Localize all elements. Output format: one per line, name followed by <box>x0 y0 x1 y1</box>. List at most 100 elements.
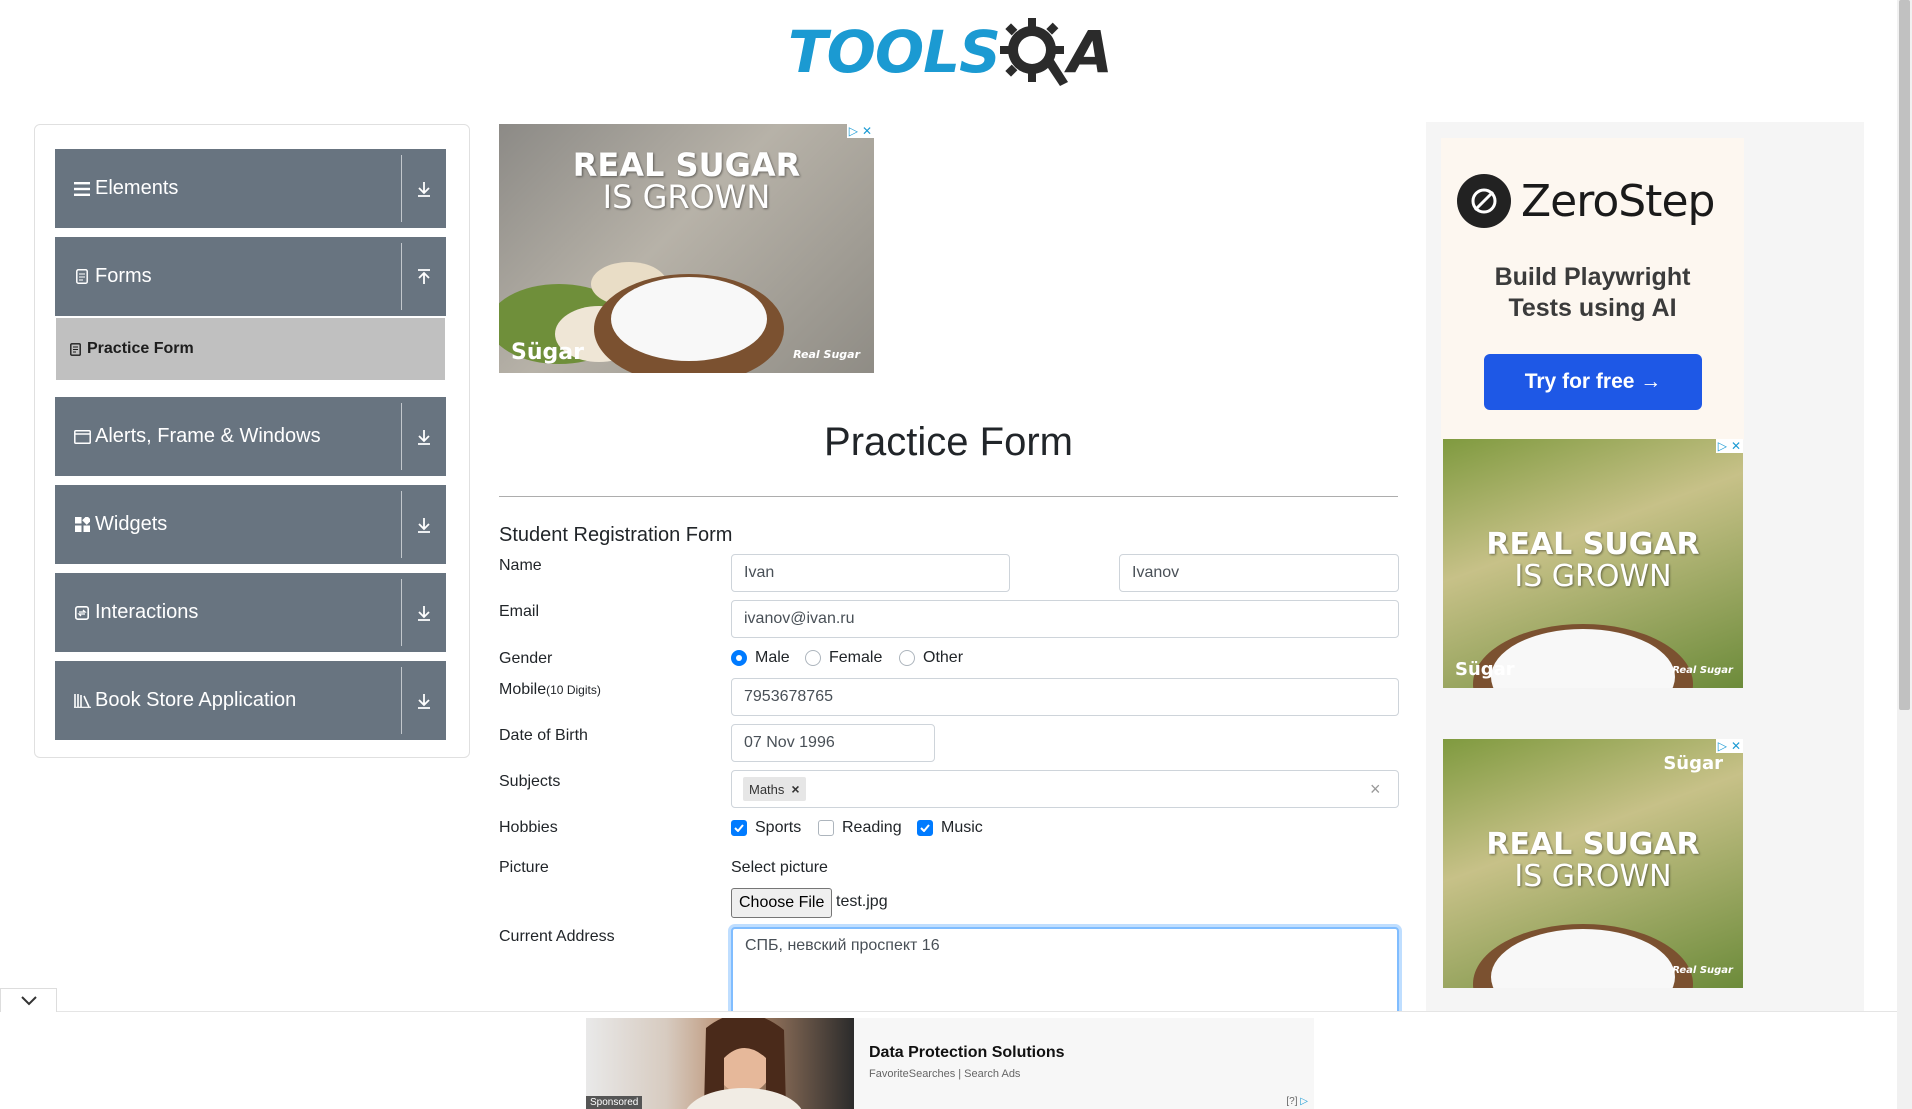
first-name-input[interactable]: Ivan <box>731 554 1010 592</box>
file-name: test.jpg <box>836 893 888 910</box>
address-label: Current Address <box>499 928 615 945</box>
last-name-input[interactable]: Ivanov <box>1119 554 1399 592</box>
gender-radio-other[interactable]: Other <box>899 649 963 667</box>
checkbox-checked-icon <box>731 820 747 836</box>
close-icon[interactable]: ✕ <box>862 124 872 138</box>
sponsored-label: Sponsored <box>586 1096 643 1109</box>
books-icon <box>73 693 91 708</box>
dob-label: Date of Birth <box>499 727 588 744</box>
ad-choices[interactable]: ▷ ✕ <box>1715 739 1743 753</box>
logo-suffix: A <box>1067 18 1113 86</box>
ad-badge: Real Sugar <box>793 348 860 361</box>
ad-choices[interactable]: ▷ ✕ <box>846 124 874 138</box>
ad-badge: Real Sugar <box>1672 665 1733 676</box>
collapse-ad-button[interactable] <box>0 988 57 1012</box>
close-icon[interactable]: ✕ <box>1731 739 1741 753</box>
zerostep-logo-icon <box>1457 174 1511 228</box>
ad-badge: Real Sugar <box>1672 965 1733 976</box>
gender-label: Gender <box>499 650 553 667</box>
checkbox-label: Music <box>941 819 983 836</box>
checkbox-icon <box>818 820 834 836</box>
sidebar-group-forms[interactable]: Forms <box>55 237 446 316</box>
download-icon[interactable] <box>402 573 446 652</box>
ad-brand: Sügar <box>1455 659 1515 680</box>
mobile-label: Mobile(10 Digits) <box>499 681 601 698</box>
sugar-ad-2[interactable]: REAL SUGAR IS GROWN Sügar Real Sugar ▷ ✕ <box>1443 739 1743 988</box>
form-title: Student Registration Form <box>499 524 733 546</box>
zerostep-tagline: Build Playwright <box>1494 263 1691 291</box>
email-label: Email <box>499 603 540 620</box>
sidebar-group-alerts[interactable]: Alerts, Frame & Windows <box>55 397 446 476</box>
upload-icon[interactable] <box>402 237 446 316</box>
adchoices-icon: ▷ <box>1717 439 1727 453</box>
divider <box>499 496 1398 497</box>
sidebar-item-practice-form[interactable]: Practice Form <box>56 318 445 380</box>
gender-radio-female[interactable]: Female <box>805 649 882 667</box>
select-picture-label: Select picture <box>731 859 828 876</box>
checkbox-checked-icon <box>917 820 933 836</box>
name-label: Name <box>499 557 542 574</box>
sidebar-group-book-store[interactable]: Book Store Application <box>55 661 446 740</box>
ad-info-link[interactable]: [?] <box>1286 1096 1297 1107</box>
hobby-checkbox-reading[interactable]: Reading <box>818 819 902 837</box>
ad-brand: Sügar <box>1663 753 1723 774</box>
radio-label: Other <box>923 649 964 666</box>
ad-choices[interactable]: ▷ ✕ <box>1715 439 1743 453</box>
sidebar-group-label: Elements <box>95 177 179 199</box>
sidebar-group-label: Alerts, Frame & Windows <box>95 425 321 447</box>
adchoices-icon: ▷ <box>848 124 858 138</box>
ad-headline: REAL SUGAR <box>1486 527 1700 562</box>
mobile-input[interactable]: 7953678765 <box>731 678 1399 716</box>
mobile-hint: (10 Digits) <box>546 683 601 697</box>
bottom-ad[interactable]: Sponsored Data Protection Solutions Favo… <box>586 1018 1314 1109</box>
email-input[interactable]: ivanov@ivan.ru <box>731 600 1399 638</box>
zerostep-tagline: Tests using AI <box>1508 294 1677 322</box>
window-icon <box>73 429 91 444</box>
sidebar-group-label: Widgets <box>95 513 168 535</box>
checkbox-label: Sports <box>755 819 802 836</box>
close-icon[interactable]: ✕ <box>1731 439 1741 453</box>
widgets-icon <box>73 517 91 532</box>
ad-title[interactable]: Data Protection Solutions <box>869 1044 1065 1062</box>
adchoices-icon: ▷ <box>1717 739 1727 753</box>
ad-source: FavoriteSearches | Search Ads <box>869 1068 1021 1080</box>
checkbox-label: Reading <box>842 819 902 836</box>
gender-radio-male[interactable]: Male <box>731 649 790 667</box>
sidebar-item-label: Practice Form <box>87 340 194 357</box>
sidebar-group-elements[interactable]: Elements <box>55 149 446 228</box>
subjects-label: Subjects <box>499 773 561 790</box>
subjects-clear-icon[interactable]: × <box>1370 779 1381 800</box>
scrollbar-thumb[interactable] <box>1899 0 1910 710</box>
radio-selected-icon <box>731 650 747 666</box>
gear-q-icon <box>999 18 1068 86</box>
sidebar-group-widgets[interactable]: Widgets <box>55 485 446 564</box>
hobbies-label: Hobbies <box>499 819 558 836</box>
download-icon[interactable] <box>402 397 446 476</box>
sidebar-group-label: Interactions <box>95 601 199 623</box>
picture-label: Picture <box>499 859 549 876</box>
adchoices-icon[interactable]: ▷ <box>1300 1096 1308 1107</box>
toolsqa-logo[interactable]: TOOLS A <box>788 12 1113 92</box>
chip-remove-icon[interactable]: × <box>784 781 806 797</box>
ad-subheadline: IS GROWN <box>602 178 771 216</box>
document-icon <box>73 269 91 284</box>
zerostep-ad[interactable]: ZeroStep Build Playwright Tests using AI… <box>1441 138 1744 440</box>
top-ad-banner[interactable]: REAL SUGAR IS GROWN Sügar Real Sugar ▷ ✕ <box>499 124 874 373</box>
hobby-checkbox-music[interactable]: Music <box>917 819 983 837</box>
sugar-ad-1[interactable]: REAL SUGAR IS GROWN Sügar Real Sugar ▷ ✕ <box>1443 439 1743 688</box>
subject-chip: Maths × <box>743 777 807 801</box>
form-icon <box>70 342 81 356</box>
subjects-input[interactable] <box>731 770 1399 808</box>
choose-file-button[interactable]: Choose File <box>731 888 833 918</box>
hobby-checkbox-sports[interactable]: Sports <box>731 819 801 837</box>
sidebar-group-interactions[interactable]: Interactions <box>55 573 446 652</box>
interactions-icon <box>73 605 91 620</box>
download-icon[interactable] <box>402 485 446 564</box>
logo-text: TOOLS <box>788 18 1001 86</box>
menu-icon <box>73 181 91 196</box>
radio-label: Male <box>755 649 790 666</box>
download-icon[interactable] <box>402 661 446 740</box>
try-for-free-button[interactable]: Try for free → <box>1484 354 1702 410</box>
date-of-birth-input[interactable]: 07 Nov 1996 <box>731 724 935 762</box>
download-icon[interactable] <box>402 149 446 228</box>
